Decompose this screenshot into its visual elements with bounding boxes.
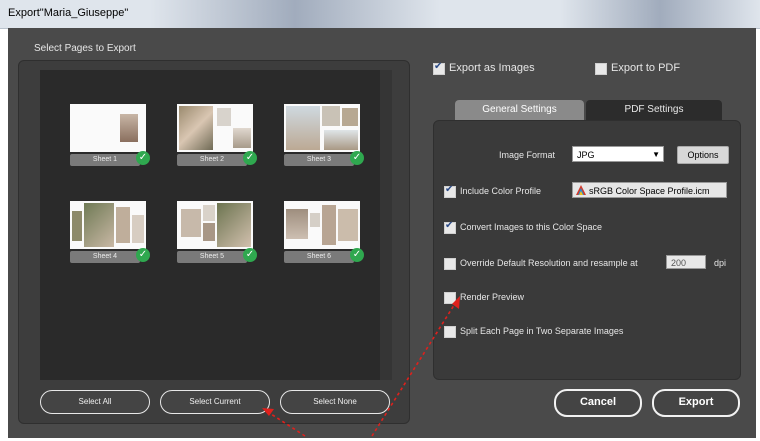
photo: [338, 209, 358, 241]
photo: [286, 106, 320, 150]
options-button[interactable]: Options: [677, 146, 729, 164]
check-icon: ✓: [350, 248, 364, 262]
export-to-pdf-label: Export to PDF: [611, 62, 681, 74]
color-profile-field[interactable]: sRGB Color Space Profile.icm: [572, 182, 727, 198]
override-resolution-checkbox[interactable]: [444, 258, 456, 270]
select-current-button[interactable]: Select Current: [160, 390, 270, 414]
color-profile-value: sRGB Color Space Profile.icm: [589, 186, 710, 196]
select-all-button[interactable]: Select All: [40, 390, 150, 414]
render-preview-label: Render Preview: [460, 292, 525, 302]
select-none-button[interactable]: Select None: [280, 390, 390, 414]
sheet-label: Sheet 5: [177, 251, 247, 263]
sheet-label: Sheet 3: [284, 154, 354, 166]
sheet-image: [284, 104, 360, 152]
check-icon: ✓: [243, 248, 257, 262]
dpi-input[interactable]: 200: [666, 255, 706, 269]
override-resolution-label: Override Default Resolution and resample…: [460, 258, 638, 268]
photo: [217, 203, 251, 247]
photo: [120, 114, 138, 142]
photo: [286, 209, 308, 239]
sheet-label: Sheet 1: [70, 154, 140, 166]
check-icon: ✓: [243, 151, 257, 165]
export-as-images-label: Export as Images: [449, 62, 535, 74]
photo: [203, 205, 215, 221]
sheet-image: [70, 201, 146, 249]
sheet-thumbnail[interactable]: Sheet 2 ✓: [177, 104, 257, 166]
check-icon: ✓: [136, 248, 150, 262]
tab-general-settings[interactable]: General Settings: [455, 100, 584, 120]
cancel-button[interactable]: Cancel: [554, 389, 642, 417]
photo: [322, 106, 340, 126]
photo: [324, 130, 358, 150]
photo: [181, 209, 201, 237]
check-icon: ✓: [136, 151, 150, 165]
render-preview-checkbox[interactable]: [444, 292, 456, 304]
export-as-images-checkbox[interactable]: [433, 61, 445, 75]
photo: [116, 207, 130, 243]
chevron-down-icon: ▼: [652, 150, 660, 159]
sheet-thumbnail[interactable]: Sheet 1 ✓: [70, 104, 150, 166]
sheet-label: Sheet 2: [177, 154, 247, 166]
photo: [84, 203, 114, 247]
title-bar-backdrop: [150, 0, 440, 28]
image-format-label: Image Format: [499, 150, 556, 160]
color-profile-icon: [576, 185, 586, 195]
title-bar: Export"Maria_Giuseppe": [0, 0, 760, 29]
select-pages-label: Select Pages to Export: [34, 43, 136, 54]
export-button[interactable]: Export: [652, 389, 740, 417]
title-bar-backdrop: [560, 0, 760, 28]
window-title: Export"Maria_Giuseppe": [8, 7, 129, 19]
sheet-thumbnail[interactable]: Sheet 4 ✓: [70, 201, 150, 263]
sheet-label: Sheet 4: [70, 251, 140, 263]
photo: [233, 128, 251, 148]
convert-images-checkbox[interactable]: [444, 220, 456, 234]
dpi-unit-label: dpi: [714, 258, 727, 268]
check-icon: ✓: [350, 151, 364, 165]
split-pages-label: Split Each Page in Two Separate Images: [460, 326, 624, 336]
photo: [342, 108, 358, 126]
tab-pdf-settings[interactable]: PDF Settings: [586, 100, 722, 120]
photo: [72, 211, 82, 241]
sheet-label: Sheet 6: [284, 251, 354, 263]
sheet-thumbnail[interactable]: Sheet 6 ✓: [284, 201, 364, 263]
include-color-profile-label: Include Color Profile: [460, 186, 542, 196]
photo: [132, 215, 144, 243]
photo: [217, 108, 231, 126]
split-pages-checkbox[interactable]: [444, 326, 456, 338]
photo: [203, 223, 215, 241]
sheet-image: [177, 201, 253, 249]
photo: [179, 106, 213, 150]
sheet-thumbnail[interactable]: Sheet 3 ✓: [284, 104, 364, 166]
sheet-image: [70, 104, 146, 152]
photo: [322, 205, 336, 245]
export-to-pdf-checkbox[interactable]: [595, 63, 607, 75]
sheet-thumbnail[interactable]: Sheet 5 ✓: [177, 201, 257, 263]
image-format-select[interactable]: JPG ▼: [572, 146, 664, 162]
photo: [310, 213, 320, 227]
convert-images-label: Convert Images to this Color Space: [460, 222, 603, 232]
image-format-value: JPG: [577, 150, 595, 160]
sheet-image: [177, 104, 253, 152]
include-color-profile-checkbox[interactable]: [444, 184, 456, 198]
sheet-image: [284, 201, 360, 249]
thumbnails-scrollbar[interactable]: [380, 70, 392, 380]
